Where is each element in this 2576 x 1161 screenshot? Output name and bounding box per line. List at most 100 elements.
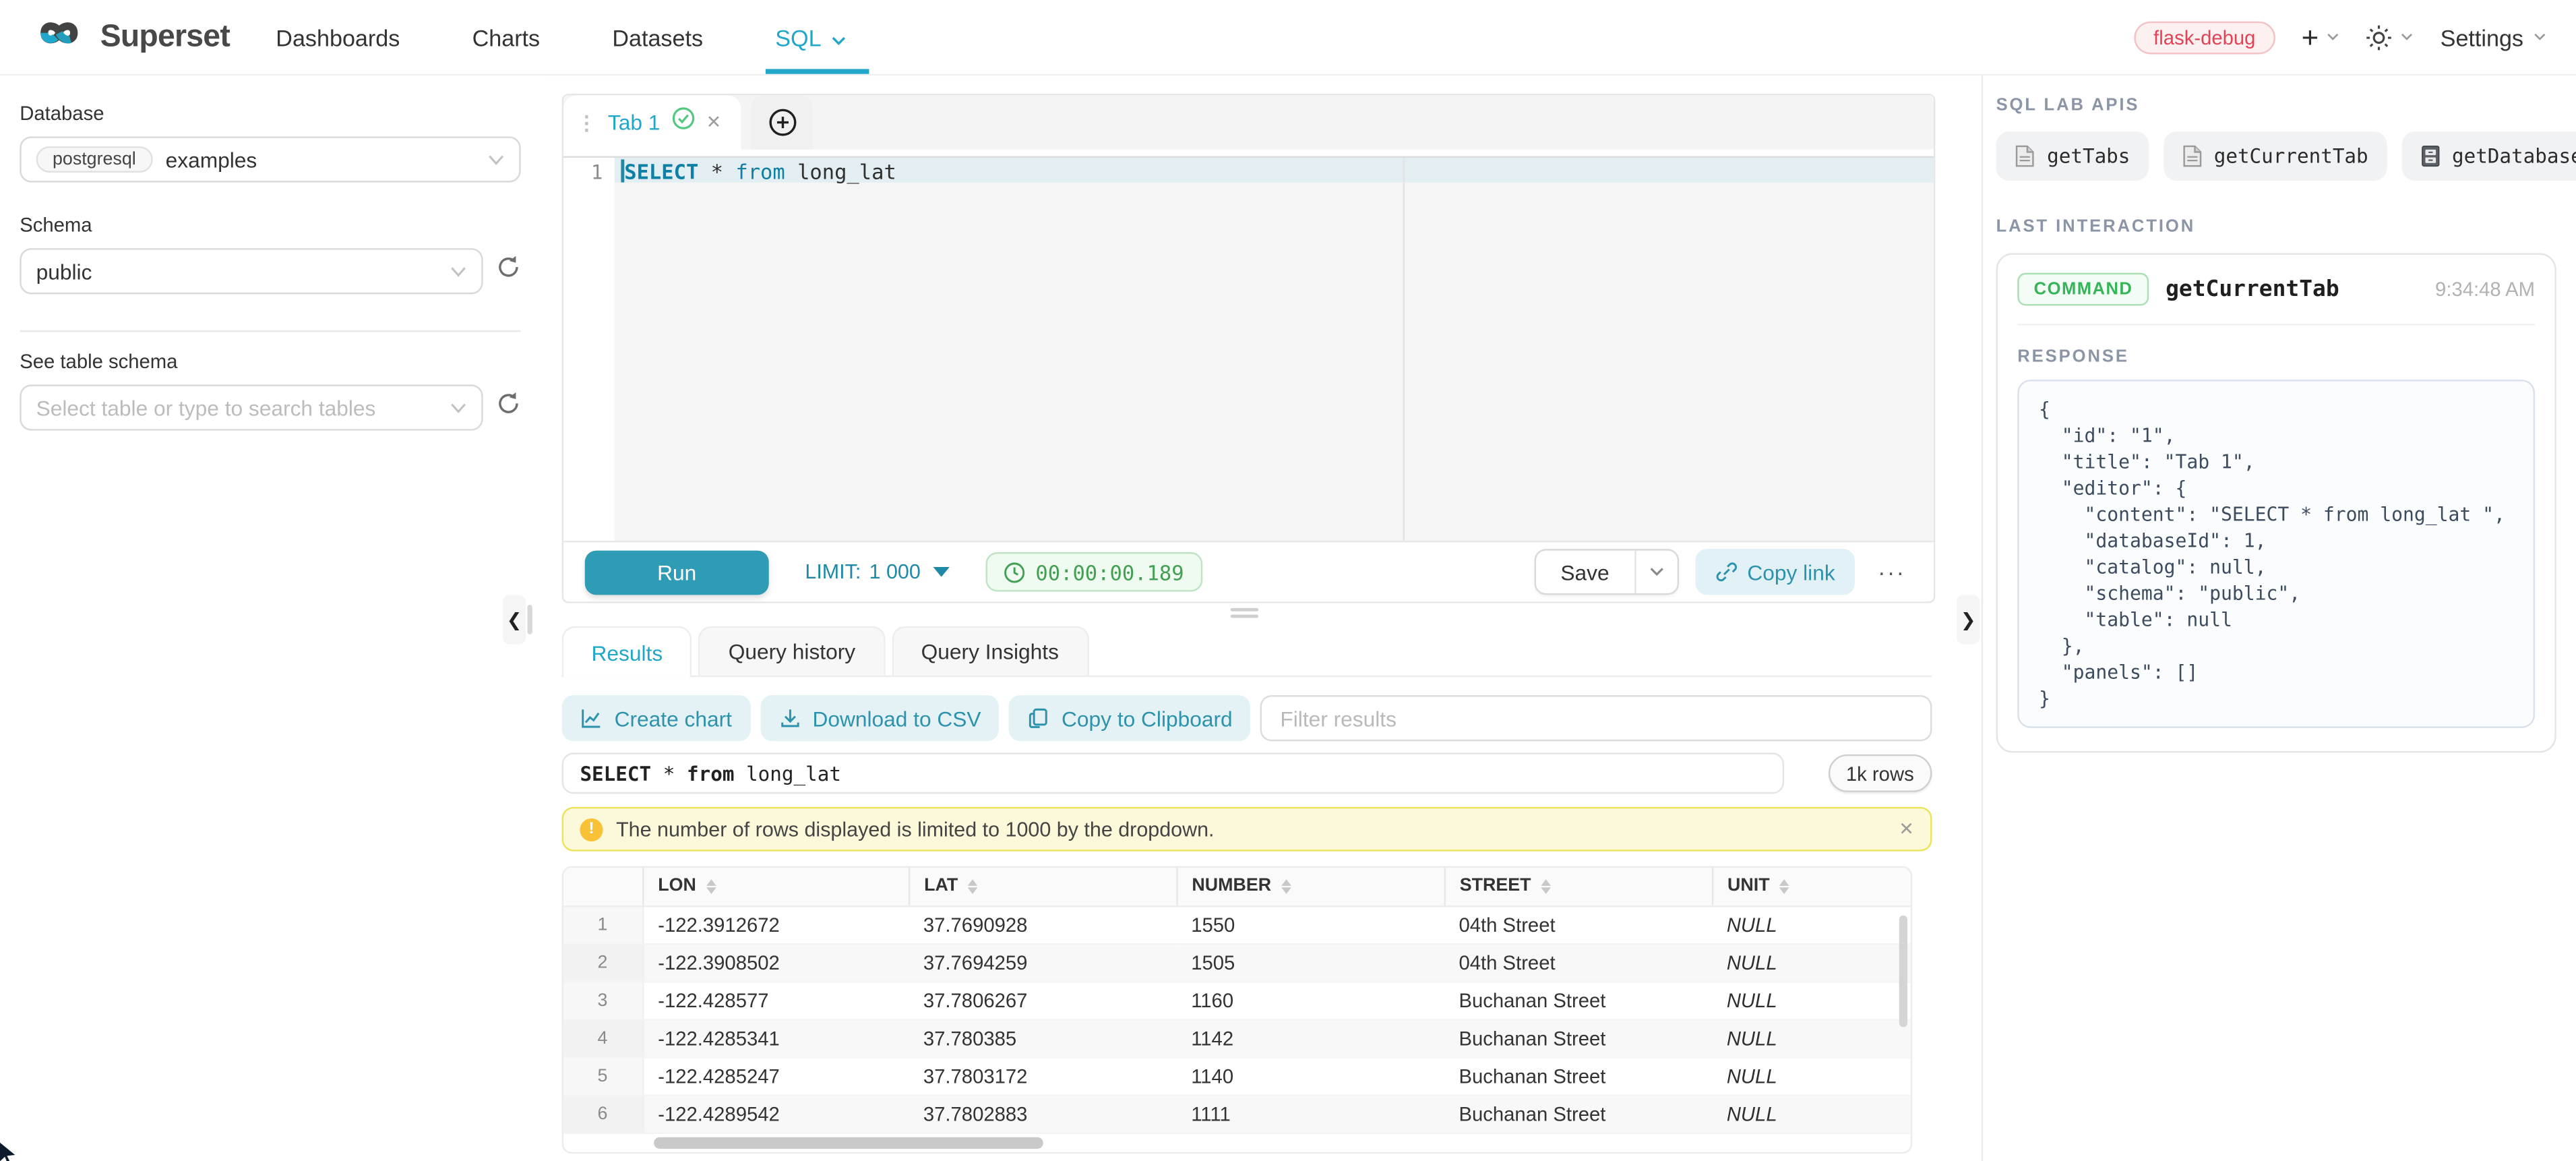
add-tab-button[interactable]: [751, 95, 814, 149]
sort-icons[interactable]: [968, 879, 978, 893]
download-csv-button[interactable]: Download to CSV: [760, 695, 999, 741]
get-tabs-button[interactable]: getTabs: [1996, 131, 2149, 181]
main-nav: Dashboards Charts Datasets SQL: [276, 0, 846, 74]
save-button[interactable]: Save: [1536, 551, 1634, 593]
table-cell: -122.4289542: [642, 1094, 909, 1132]
database-select[interactable]: postgresql examples: [20, 136, 520, 182]
table-cell: Buchanan Street: [1444, 1019, 1712, 1056]
table-row: 6 -122.4289542 37.7802883 1111 Buchanan …: [563, 1094, 1911, 1132]
schema-value: public: [36, 259, 92, 284]
table-cell: 37.7690928: [909, 905, 1176, 943]
run-button[interactable]: Run: [585, 549, 769, 594]
clock-icon: [1004, 561, 1026, 583]
row-count-badge: 1k rows: [1828, 754, 1932, 792]
sort-icons[interactable]: [1779, 879, 1789, 893]
last-interaction-title: LAST INTERACTION: [1996, 217, 2556, 237]
column-header-unit[interactable]: UNIT: [1712, 868, 1911, 905]
table-row: 1 -122.3912672 37.7690928 1550 04th Stre…: [563, 905, 1911, 943]
table-cell: Buchanan Street: [1444, 1056, 1712, 1094]
table-cell: 1140: [1176, 1056, 1444, 1094]
settings-menu[interactable]: Settings: [2441, 24, 2546, 50]
get-databases-button[interactable]: getDatabases: [2401, 131, 2576, 181]
horizontal-scrollbar[interactable]: [642, 1135, 1911, 1150]
collapse-sidebar-button[interactable]: ❮: [503, 595, 526, 644]
api-panel-title: SQL LAB APIS: [1996, 95, 2556, 115]
table-select-placeholder: Select table or type to search tables: [36, 395, 376, 420]
nav-item-dashboards[interactable]: Dashboards: [276, 0, 400, 74]
table-cell: -122.4285341: [642, 1019, 909, 1056]
limit-label: LIMIT:: [805, 560, 861, 583]
column-header-lon[interactable]: LON: [642, 868, 909, 905]
get-current-tab-button[interactable]: getCurrentTab: [2163, 131, 2386, 181]
editor-tab-title[interactable]: Tab 1: [608, 110, 661, 135]
tab-query-insights[interactable]: Query Insights: [892, 626, 1088, 676]
table-cell: NULL: [1712, 1056, 1911, 1094]
query-preview[interactable]: SELECT * from long_lat: [562, 752, 1785, 794]
tab-results[interactable]: Results: [562, 626, 692, 678]
sort-icons[interactable]: [1541, 879, 1551, 893]
column-header-number[interactable]: NUMBER: [1176, 868, 1444, 905]
refresh-icon[interactable]: [496, 391, 521, 424]
drag-handle-icon[interactable]: ⋮: [577, 111, 596, 134]
column-header-lat[interactable]: LAT: [909, 868, 1176, 905]
superset-brand[interactable]: Superset: [30, 16, 230, 57]
resize-handle[interactable]: [1231, 608, 1258, 622]
editor-gap: [563, 150, 1934, 156]
sql-lab-page: Superset Dashboards Charts Datasets SQL …: [0, 0, 2576, 1161]
nav-item-charts[interactable]: Charts: [472, 0, 541, 74]
column-header-street[interactable]: STREET: [1444, 868, 1712, 905]
table-cell: 04th Street: [1444, 905, 1712, 943]
table-cell: 37.7694259: [909, 943, 1176, 981]
command-badge: COMMAND: [2017, 273, 2149, 306]
chevron-down-icon: [2327, 33, 2340, 41]
sort-icons[interactable]: [706, 879, 716, 893]
new-item-button[interactable]: +: [2302, 22, 2340, 52]
filter-results-input[interactable]: [1260, 695, 1932, 741]
results-panel: Results Query history Query Insights Cre…: [562, 628, 1932, 1154]
superset-logo-icon: [30, 16, 89, 57]
table-cell: -122.4285247: [642, 1056, 909, 1094]
table-cell: 37.7806267: [909, 981, 1176, 1019]
nav-item-datasets[interactable]: Datasets: [612, 0, 703, 74]
sql-code-editor[interactable]: 1 SELECT * from long_lat: [563, 156, 1934, 541]
copy-icon: [1027, 707, 1050, 730]
close-warning-icon[interactable]: ✕: [1899, 818, 1913, 840]
row-number-cell: 4: [563, 1019, 642, 1056]
table-cell: 1505: [1176, 943, 1444, 981]
refresh-icon[interactable]: [496, 255, 521, 288]
row-number-header: [563, 868, 642, 905]
row-limit-warning: ! The number of rows displayed is limite…: [562, 807, 1932, 852]
vertical-scrollbar[interactable]: [1899, 916, 1907, 1028]
limit-dropdown[interactable]: LIMIT: 1 000: [805, 560, 950, 583]
table-cell: 37.780385: [909, 1019, 1176, 1056]
table-cell: 1160: [1176, 981, 1444, 1019]
tab-query-history[interactable]: Query history: [699, 626, 885, 676]
table-cell: 1142: [1176, 1019, 1444, 1056]
database-sidebar: Database postgresql examples Schema publ…: [0, 76, 542, 1161]
table-cell: -122.3912672: [642, 905, 909, 943]
warning-text: The number of rows displayed is limited …: [616, 818, 1214, 841]
theme-toggle-button[interactable]: [2366, 24, 2414, 50]
table-cell: 1111: [1176, 1094, 1444, 1132]
panel-resize-grip[interactable]: [527, 605, 532, 634]
schema-select[interactable]: public: [20, 248, 483, 294]
copy-clipboard-button[interactable]: Copy to Clipboard: [1009, 695, 1250, 741]
response-block: { "id": "1", "title": "Tab 1", "editor":…: [2017, 380, 2535, 728]
row-number-cell: 2: [563, 943, 642, 981]
table-cell: NULL: [1712, 1094, 1911, 1132]
caret-down-icon: [933, 567, 950, 577]
table-select[interactable]: Select table or type to search tables: [20, 384, 483, 430]
table-cell: NULL: [1712, 905, 1911, 943]
nav-item-sql[interactable]: SQL: [775, 0, 846, 74]
sort-icons[interactable]: [1281, 879, 1291, 893]
create-chart-button[interactable]: Create chart: [562, 695, 750, 741]
more-options-button[interactable]: ···: [1871, 559, 1912, 585]
save-dropdown-caret[interactable]: [1634, 551, 1676, 593]
collapse-api-panel-button[interactable]: ❯: [1957, 595, 1980, 644]
query-preview-row: SELECT * from long_lat 1k rows: [562, 752, 1932, 794]
editor-tab[interactable]: ⋮ Tab 1 ✕: [563, 95, 741, 149]
table-cell: Buchanan Street: [1444, 1094, 1712, 1132]
copy-link-button[interactable]: Copy link: [1694, 549, 1855, 595]
table-cell: 37.7802883: [909, 1094, 1176, 1132]
close-tab-icon[interactable]: ✕: [706, 112, 721, 133]
